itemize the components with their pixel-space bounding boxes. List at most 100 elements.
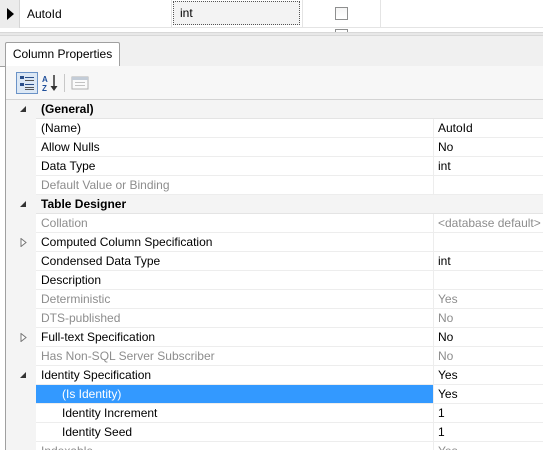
- column-name-cell[interactable]: AutoId: [21, 0, 171, 28]
- column-divider: [302, 0, 303, 28]
- property-label[interactable]: Full-text Specification: [36, 328, 433, 347]
- row-gutter: [6, 214, 36, 233]
- expand-triangle-icon[interactable]: [19, 238, 28, 247]
- property-row-data-type[interactable]: Data Type int: [6, 157, 543, 176]
- data-type-cell[interactable]: int: [173, 1, 300, 25]
- property-value[interactable]: Yes: [433, 290, 543, 309]
- property-value[interactable]: No: [433, 328, 543, 347]
- property-row-identity-increment[interactable]: Identity Increment 1: [6, 404, 543, 423]
- property-value[interactable]: No: [433, 309, 543, 328]
- property-row-identity-seed[interactable]: Identity Seed 1: [6, 423, 543, 442]
- property-row-collation[interactable]: Collation <database default>: [6, 214, 543, 233]
- property-label[interactable]: Table Designer: [36, 195, 543, 214]
- row-gutter: [6, 328, 36, 347]
- row-gutter: [6, 423, 36, 442]
- property-value[interactable]: AutoId: [433, 119, 543, 138]
- current-row-arrow-icon: [7, 8, 14, 20]
- property-value[interactable]: No: [433, 138, 543, 157]
- svg-text:Z: Z: [42, 84, 47, 93]
- property-label[interactable]: Indexable: [36, 442, 433, 450]
- property-value[interactable]: Yes: [433, 385, 543, 404]
- property-label[interactable]: Collation: [36, 214, 433, 233]
- property-label[interactable]: Deterministic: [36, 290, 433, 309]
- property-value[interactable]: Yes: [433, 442, 543, 450]
- property-value[interactable]: Yes: [433, 366, 543, 385]
- row-gutter: [6, 195, 36, 214]
- property-label[interactable]: Description: [36, 271, 433, 290]
- row-gutter: [6, 176, 36, 195]
- property-value[interactable]: int: [433, 157, 543, 176]
- property-label[interactable]: Allow Nulls: [36, 138, 433, 157]
- property-label[interactable]: (General): [36, 100, 543, 119]
- property-label[interactable]: Default Value or Binding: [36, 176, 433, 195]
- categorized-view-button[interactable]: [16, 72, 38, 94]
- property-toolbar: A Z: [6, 66, 543, 99]
- property-label[interactable]: DTS-published: [36, 309, 433, 328]
- property-row-condensed-data-type[interactable]: Condensed Data Type int: [6, 252, 543, 271]
- property-label[interactable]: Identity Increment: [36, 404, 433, 423]
- property-label[interactable]: Computed Column Specification: [36, 233, 433, 252]
- property-value[interactable]: 1: [433, 404, 543, 423]
- allow-nulls-checkbox[interactable]: [335, 7, 348, 20]
- expand-triangle-icon[interactable]: [19, 333, 28, 342]
- row-gutter: [6, 309, 36, 328]
- row-gutter: [6, 404, 36, 423]
- row-selector[interactable]: [0, 0, 20, 28]
- property-row-full-text-specification[interactable]: Full-text Specification No: [6, 328, 543, 347]
- property-label[interactable]: Condensed Data Type: [36, 252, 433, 271]
- property-label[interactable]: Has Non-SQL Server Subscriber: [36, 347, 433, 366]
- property-grid[interactable]: (General) (Name) AutoId Allow Nulls No Data T…: [6, 99, 543, 450]
- alphabetical-sort-button[interactable]: A Z: [39, 72, 61, 94]
- column-divider: [380, 0, 381, 28]
- property-value[interactable]: [433, 271, 543, 290]
- property-row-dts-published[interactable]: DTS-published No: [6, 309, 543, 328]
- categorized-icon: [20, 76, 34, 90]
- toolbar-separator: [64, 74, 65, 92]
- property-row-deterministic[interactable]: Deterministic Yes: [6, 290, 543, 309]
- property-label[interactable]: (Name): [36, 119, 433, 138]
- category-general[interactable]: (General): [6, 100, 543, 119]
- property-row-default-value-or-binding[interactable]: Default Value or Binding: [6, 176, 543, 195]
- property-pages-icon: [71, 76, 89, 90]
- column-properties-panel: A Z (General) (Name) AutoId Allow Nulls No Da…: [5, 66, 543, 450]
- property-label[interactable]: (Is Identity): [36, 385, 433, 404]
- tab-strip: Column Properties: [0, 36, 543, 67]
- row-gutter: [6, 119, 36, 138]
- row-gutter: [6, 290, 36, 309]
- collapse-triangle-icon[interactable]: [19, 105, 28, 114]
- property-label[interactable]: Identity Specification: [36, 366, 433, 385]
- property-row-is-identity[interactable]: (Is Identity) Yes: [6, 385, 543, 404]
- collapse-triangle-icon[interactable]: [19, 200, 28, 209]
- property-row-indexable[interactable]: IndexableYes: [6, 442, 543, 450]
- property-label[interactable]: Data Type: [36, 157, 433, 176]
- row-gutter: [6, 271, 36, 290]
- column-divider: [171, 0, 172, 28]
- property-value[interactable]: [433, 233, 543, 252]
- property-value[interactable]: [433, 176, 543, 195]
- property-pages-button[interactable]: [69, 72, 91, 94]
- row-gutter: [6, 100, 36, 119]
- tab-column-properties[interactable]: Column Properties: [5, 42, 120, 67]
- property-row-name[interactable]: (Name) AutoId: [6, 119, 543, 138]
- property-value[interactable]: <database default>: [433, 214, 543, 233]
- collapse-triangle-icon[interactable]: [19, 371, 28, 380]
- row-gutter: [6, 366, 36, 385]
- property-label[interactable]: Identity Seed: [36, 423, 433, 442]
- property-value[interactable]: No: [433, 347, 543, 366]
- property-value[interactable]: 1: [433, 423, 543, 442]
- property-row-identity-specification[interactable]: Identity Specification Yes: [6, 366, 543, 385]
- column-grid-row[interactable]: AutoId int: [0, 0, 543, 28]
- row-gutter: [6, 138, 36, 157]
- property-row-description[interactable]: Description: [6, 271, 543, 290]
- row-gutter: [6, 157, 36, 176]
- row-gutter: [6, 442, 36, 450]
- category-table-designer[interactable]: Table Designer: [6, 195, 543, 214]
- property-row-computed-column-specification[interactable]: Computed Column Specification: [6, 233, 543, 252]
- row-gutter: [6, 347, 36, 366]
- row-gutter: [6, 233, 36, 252]
- sort-az-icon: A Z: [42, 75, 58, 93]
- row-gutter: [6, 385, 36, 404]
- property-row-allow-nulls[interactable]: Allow Nulls No: [6, 138, 543, 157]
- property-row-has-non-sql-server-subscriber[interactable]: Has Non-SQL Server Subscriber No: [6, 347, 543, 366]
- property-value[interactable]: int: [433, 252, 543, 271]
